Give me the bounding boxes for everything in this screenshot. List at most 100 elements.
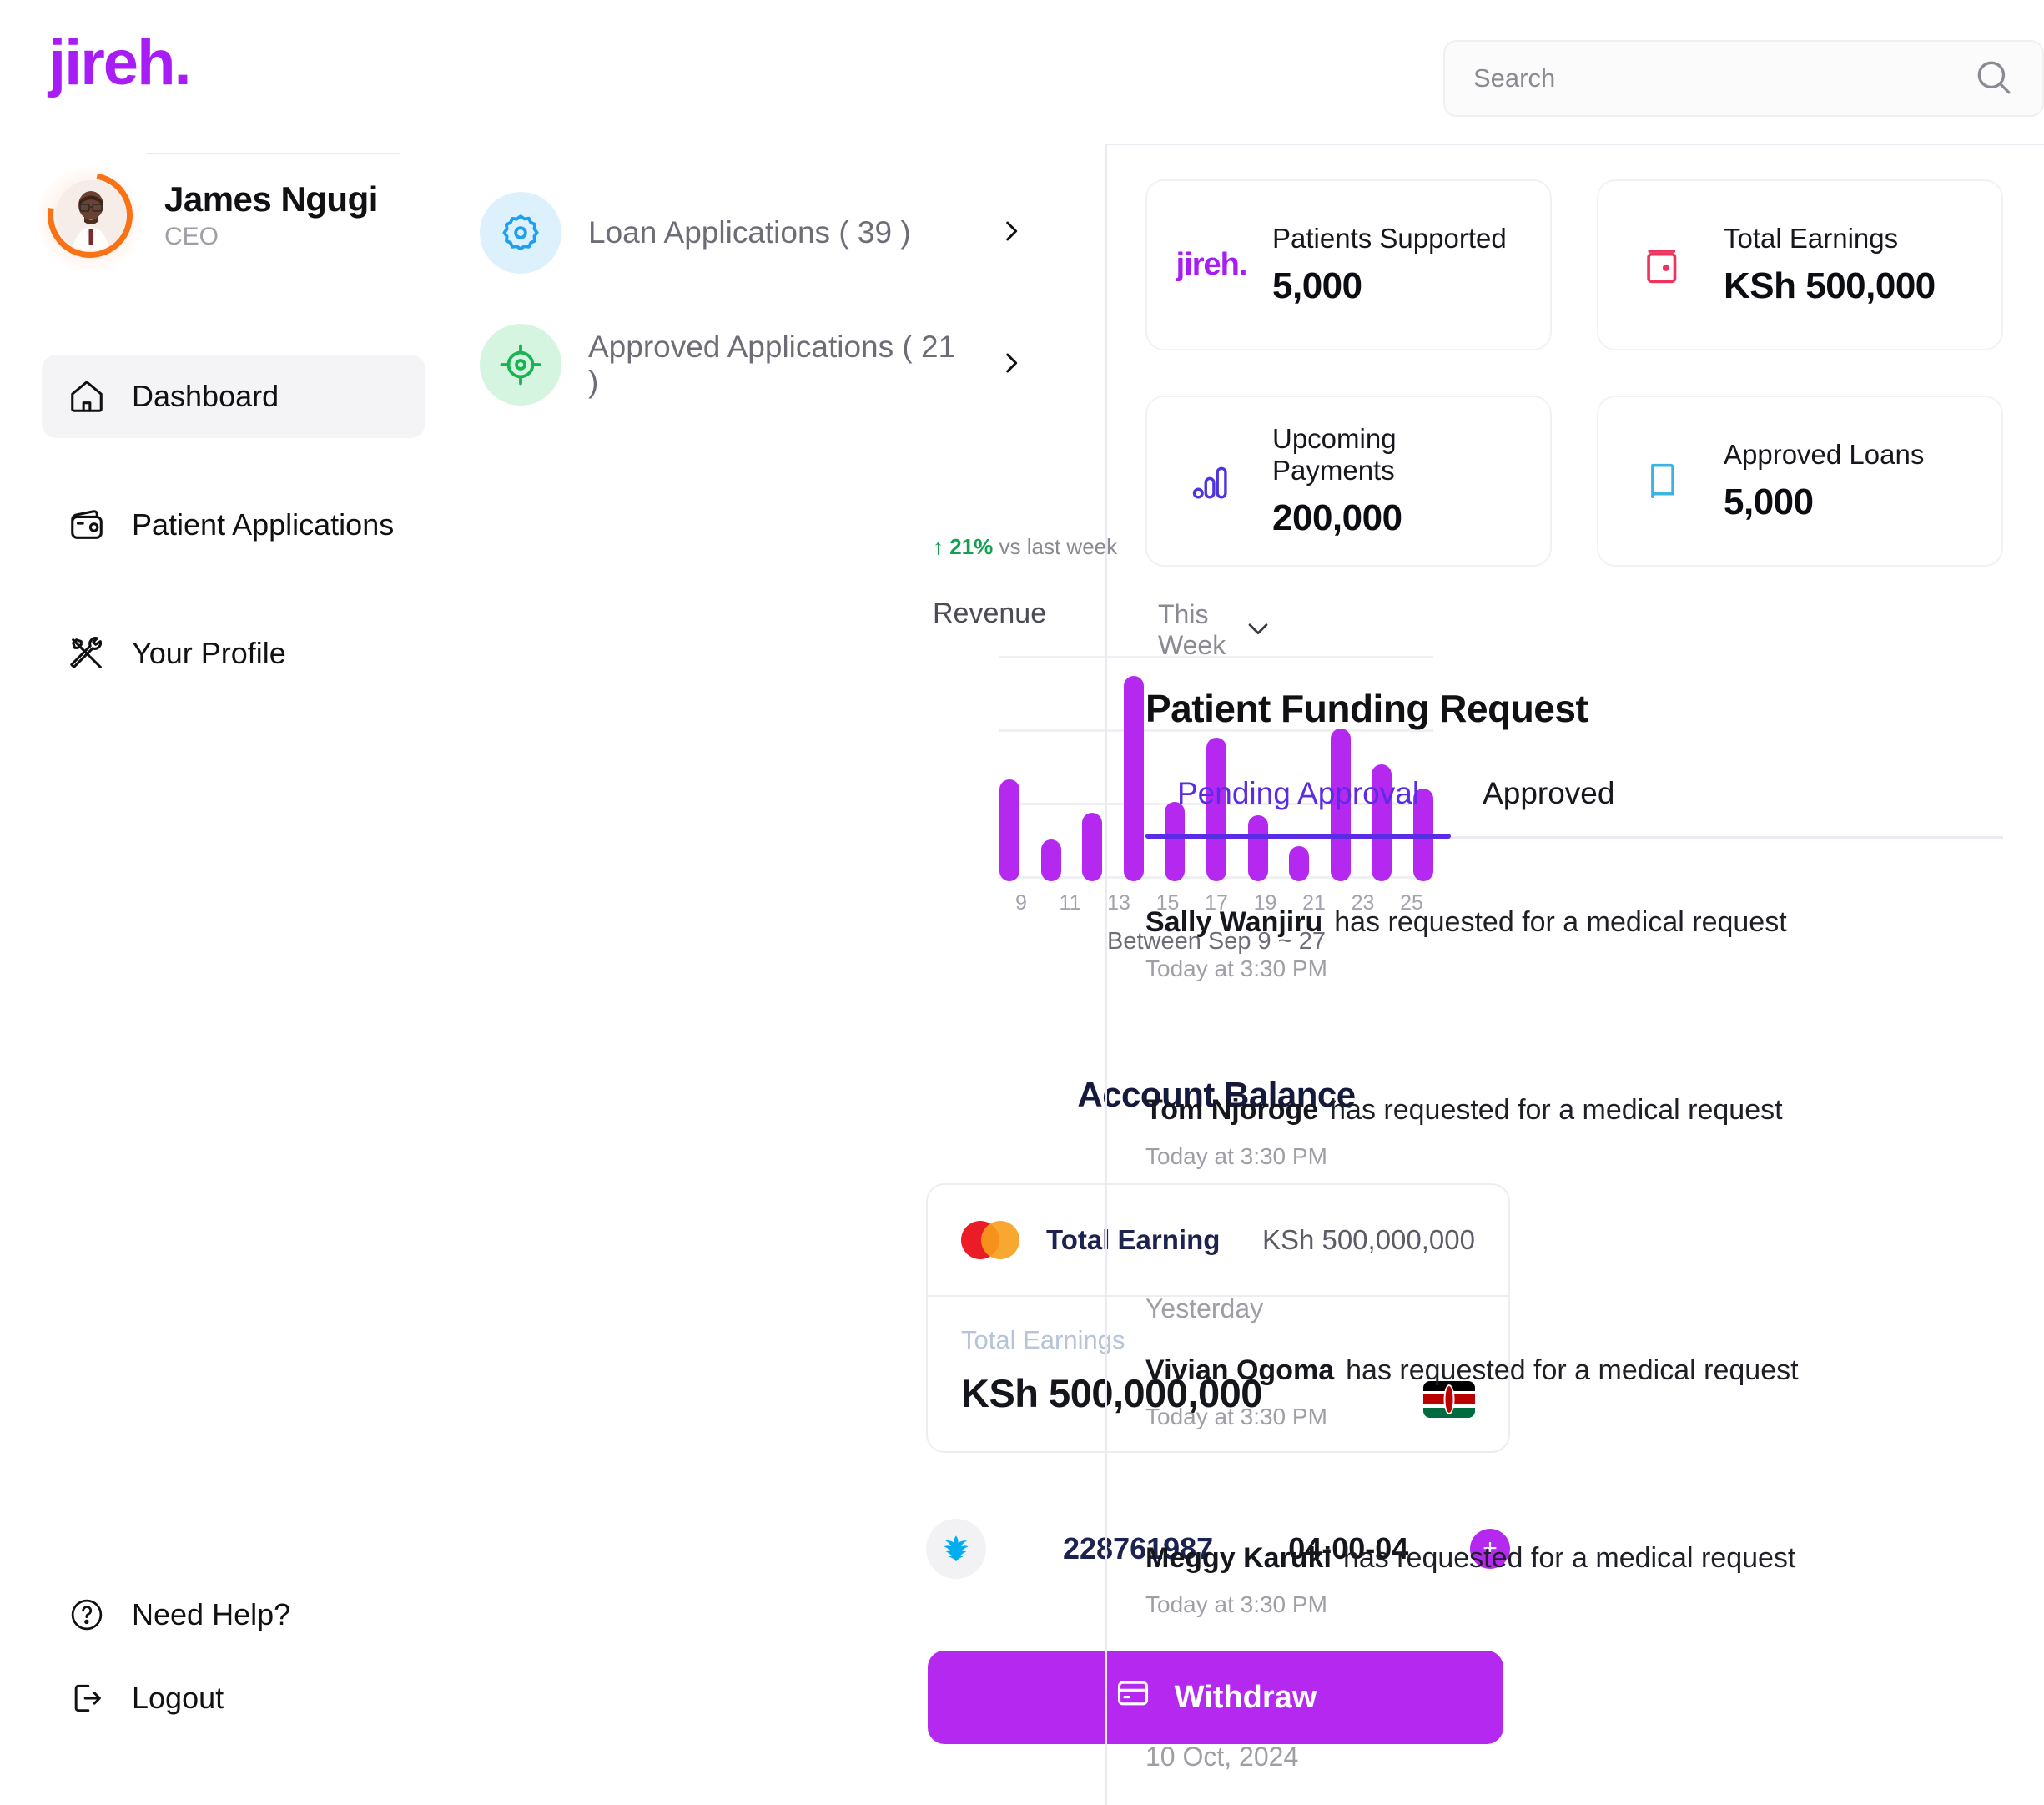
chevron-right-icon [997, 349, 1030, 381]
app-logo: jireh. [48, 28, 192, 98]
sidebar-bottom-label: Logout [132, 1681, 224, 1715]
sidebar-bottom-label: Need Help? [132, 1597, 291, 1631]
book-icon [1627, 457, 1699, 506]
stat-label: Upcoming Payments [1272, 422, 1397, 486]
stat-label: Patients Supported [1272, 222, 1507, 254]
jireh-logo-icon: jireh. [1176, 247, 1248, 282]
user-profile[interactable]: James Ngugi CEO [30, 155, 378, 275]
wallet-icon [67, 505, 107, 545]
list-item[interactable]: Jane Otienohas requested for a medical r… [1145, 1781, 2003, 1805]
chart-x-tick: 11 [1059, 891, 1081, 915]
barclays-eagle-icon [926, 1519, 986, 1579]
logout-icon [67, 1678, 107, 1718]
search-input[interactable] [1473, 63, 1972, 93]
request-message: has requested for a medical request [1330, 1094, 1783, 1126]
funding-tabs: Pending Approval Approved [1145, 776, 2003, 839]
bar-chart-icon [1176, 457, 1247, 506]
page-title: Patient Funding Request [1145, 687, 1588, 730]
list-item[interactable]: Tom Njoroge has requested for a medical r… [1145, 1072, 2003, 1170]
stats-grid: jireh. Patients Supported 5,000 Total Ea… [1145, 179, 2003, 567]
sidebar-item-patient-applications[interactable]: Patient Applications [42, 483, 425, 567]
approved-applications-row[interactable]: Approved Applications ( 21 ) [480, 324, 1030, 406]
gear-icon [480, 192, 561, 274]
panel-divider [1105, 144, 1107, 1805]
feed-day-label: 10 Oct, 2024 [1145, 1742, 1299, 1772]
stat-value: 200,000 [1272, 497, 1402, 539]
request-line: Meggy Karuki has requested for a medical … [1145, 1542, 2003, 1575]
feed-spacer [1145, 1170, 2003, 1260]
funding-request-list: Sally Wanjiru has requested for a medical… [1145, 885, 2003, 1805]
sidebar: jireh. James Ngugi CEO Dashboard Patient… [0, 0, 451, 1805]
right-panel: jireh. Patients Supported 5,000 Total Ea… [1105, 0, 2044, 1805]
chart-bar [1040, 839, 1061, 881]
stat-value: 5,000 [1724, 482, 1814, 523]
list-item[interactable]: Meggy Karuki has requested for a medical … [1145, 1520, 2003, 1618]
revenue-title: Revenue [933, 597, 1047, 629]
profile-role: CEO [164, 223, 219, 250]
mastercard-icon [961, 1221, 1019, 1259]
sidebar-nav: Dashboard Patient Applications Your Prof… [42, 355, 425, 695]
chart-x-tick: 9 [1015, 891, 1027, 915]
header-divider [1105, 144, 2044, 145]
request-line: Sally Wanjiru has requested for a medical… [1145, 906, 2003, 939]
sidebar-item-your-profile[interactable]: Your Profile [42, 612, 425, 695]
requester-name: Sally Wanjiru [1145, 906, 1323, 938]
profile-name: James Ngugi [164, 179, 378, 219]
arrow-up-icon: ↑ [933, 534, 944, 559]
request-message: has requested for a medical request [1342, 1542, 1796, 1574]
stat-value: KSh 500,000 [1724, 265, 1936, 307]
revenue-delta-value: 21% [949, 534, 994, 559]
requester-name: Meggy Karuki [1145, 1542, 1332, 1574]
sidebar-item-label: Dashboard [132, 379, 279, 413]
stat-card-upcoming-payments[interactable]: Upcoming Payments 200,000 [1145, 396, 1552, 567]
feed-spacer [1145, 982, 2003, 1072]
question-circle-icon [67, 1595, 107, 1635]
sidebar-divider [146, 153, 400, 154]
stat-label: Total Earnings [1724, 222, 1899, 254]
request-timestamp: Today at 3:30 PM [1145, 1404, 1327, 1429]
chart-bar [1082, 812, 1103, 881]
feed-spacer [1145, 1618, 2003, 1708]
stat-label: Approved Loans [1724, 438, 1925, 470]
stat-card-approved-loans[interactable]: Approved Loans 5,000 [1597, 396, 2003, 567]
list-item[interactable]: Vivian Ogoma has requested for a medical … [1145, 1333, 2003, 1430]
requester-name: Tom Njoroge [1145, 1094, 1319, 1126]
requester-name: Vivian Ogoma [1145, 1354, 1335, 1386]
feed-spacer [1145, 1430, 2003, 1520]
tab-approved[interactable]: Approved [1451, 776, 1646, 836]
loan-applications-label: Loan Applications ( 39 ) [588, 215, 911, 250]
sidebar-item-dashboard[interactable]: Dashboard [42, 355, 425, 438]
sidebar-item-label: Your Profile [132, 636, 286, 670]
revenue-delta: ↑ 21% vs last week [933, 534, 1125, 560]
chevron-right-icon [997, 217, 1030, 250]
request-timestamp: Today at 3:30 PM [1145, 955, 1327, 981]
wallet-outline-icon [1627, 241, 1699, 290]
search-bar[interactable] [1443, 40, 2044, 117]
search-icon[interactable] [1972, 56, 2014, 102]
request-message: has requested for a medical request [1334, 906, 1787, 938]
feed-day-label: Yesterday [1145, 1293, 1264, 1323]
approved-applications-label: Approved Applications ( 21 ) [588, 330, 956, 399]
list-item[interactable]: Sally Wanjiru has requested for a medical… [1145, 885, 2003, 982]
stat-card-patients-supported[interactable]: jireh. Patients Supported 5,000 [1145, 179, 1552, 350]
sidebar-item-need-help[interactable]: Need Help? [42, 1586, 425, 1644]
tools-icon [67, 633, 107, 673]
request-message: has requested for a medical request [1346, 1354, 1799, 1386]
stat-value: 5,000 [1272, 265, 1362, 307]
avatar [30, 155, 150, 275]
request-line: Vivian Ogoma has requested for a medical … [1145, 1354, 2003, 1387]
request-timestamp: Today at 3:30 PM [1145, 1591, 1327, 1617]
avatar-ring [30, 155, 150, 275]
sidebar-item-logout[interactable]: Logout [42, 1669, 425, 1727]
sidebar-bottom: Need Help? Logout [42, 1586, 425, 1727]
stat-card-total-earnings[interactable]: Total Earnings KSh 500,000 [1597, 179, 2003, 350]
tab-pending-approval[interactable]: Pending Approval [1145, 776, 1452, 839]
dashboard-app: jireh. James Ngugi CEO Dashboard Patient… [0, 0, 2044, 1805]
home-icon [67, 376, 107, 416]
request-timestamp: Today at 3:30 PM [1145, 1143, 1327, 1169]
chart-bar [999, 779, 1019, 881]
sidebar-item-label: Patient Applications [132, 507, 395, 542]
revenue-delta-suffix: vs last week [999, 534, 1118, 559]
request-line: Tom Njoroge has requested for a medical r… [1145, 1094, 2003, 1127]
loan-applications-row[interactable]: Loan Applications ( 39 ) [480, 192, 1030, 274]
